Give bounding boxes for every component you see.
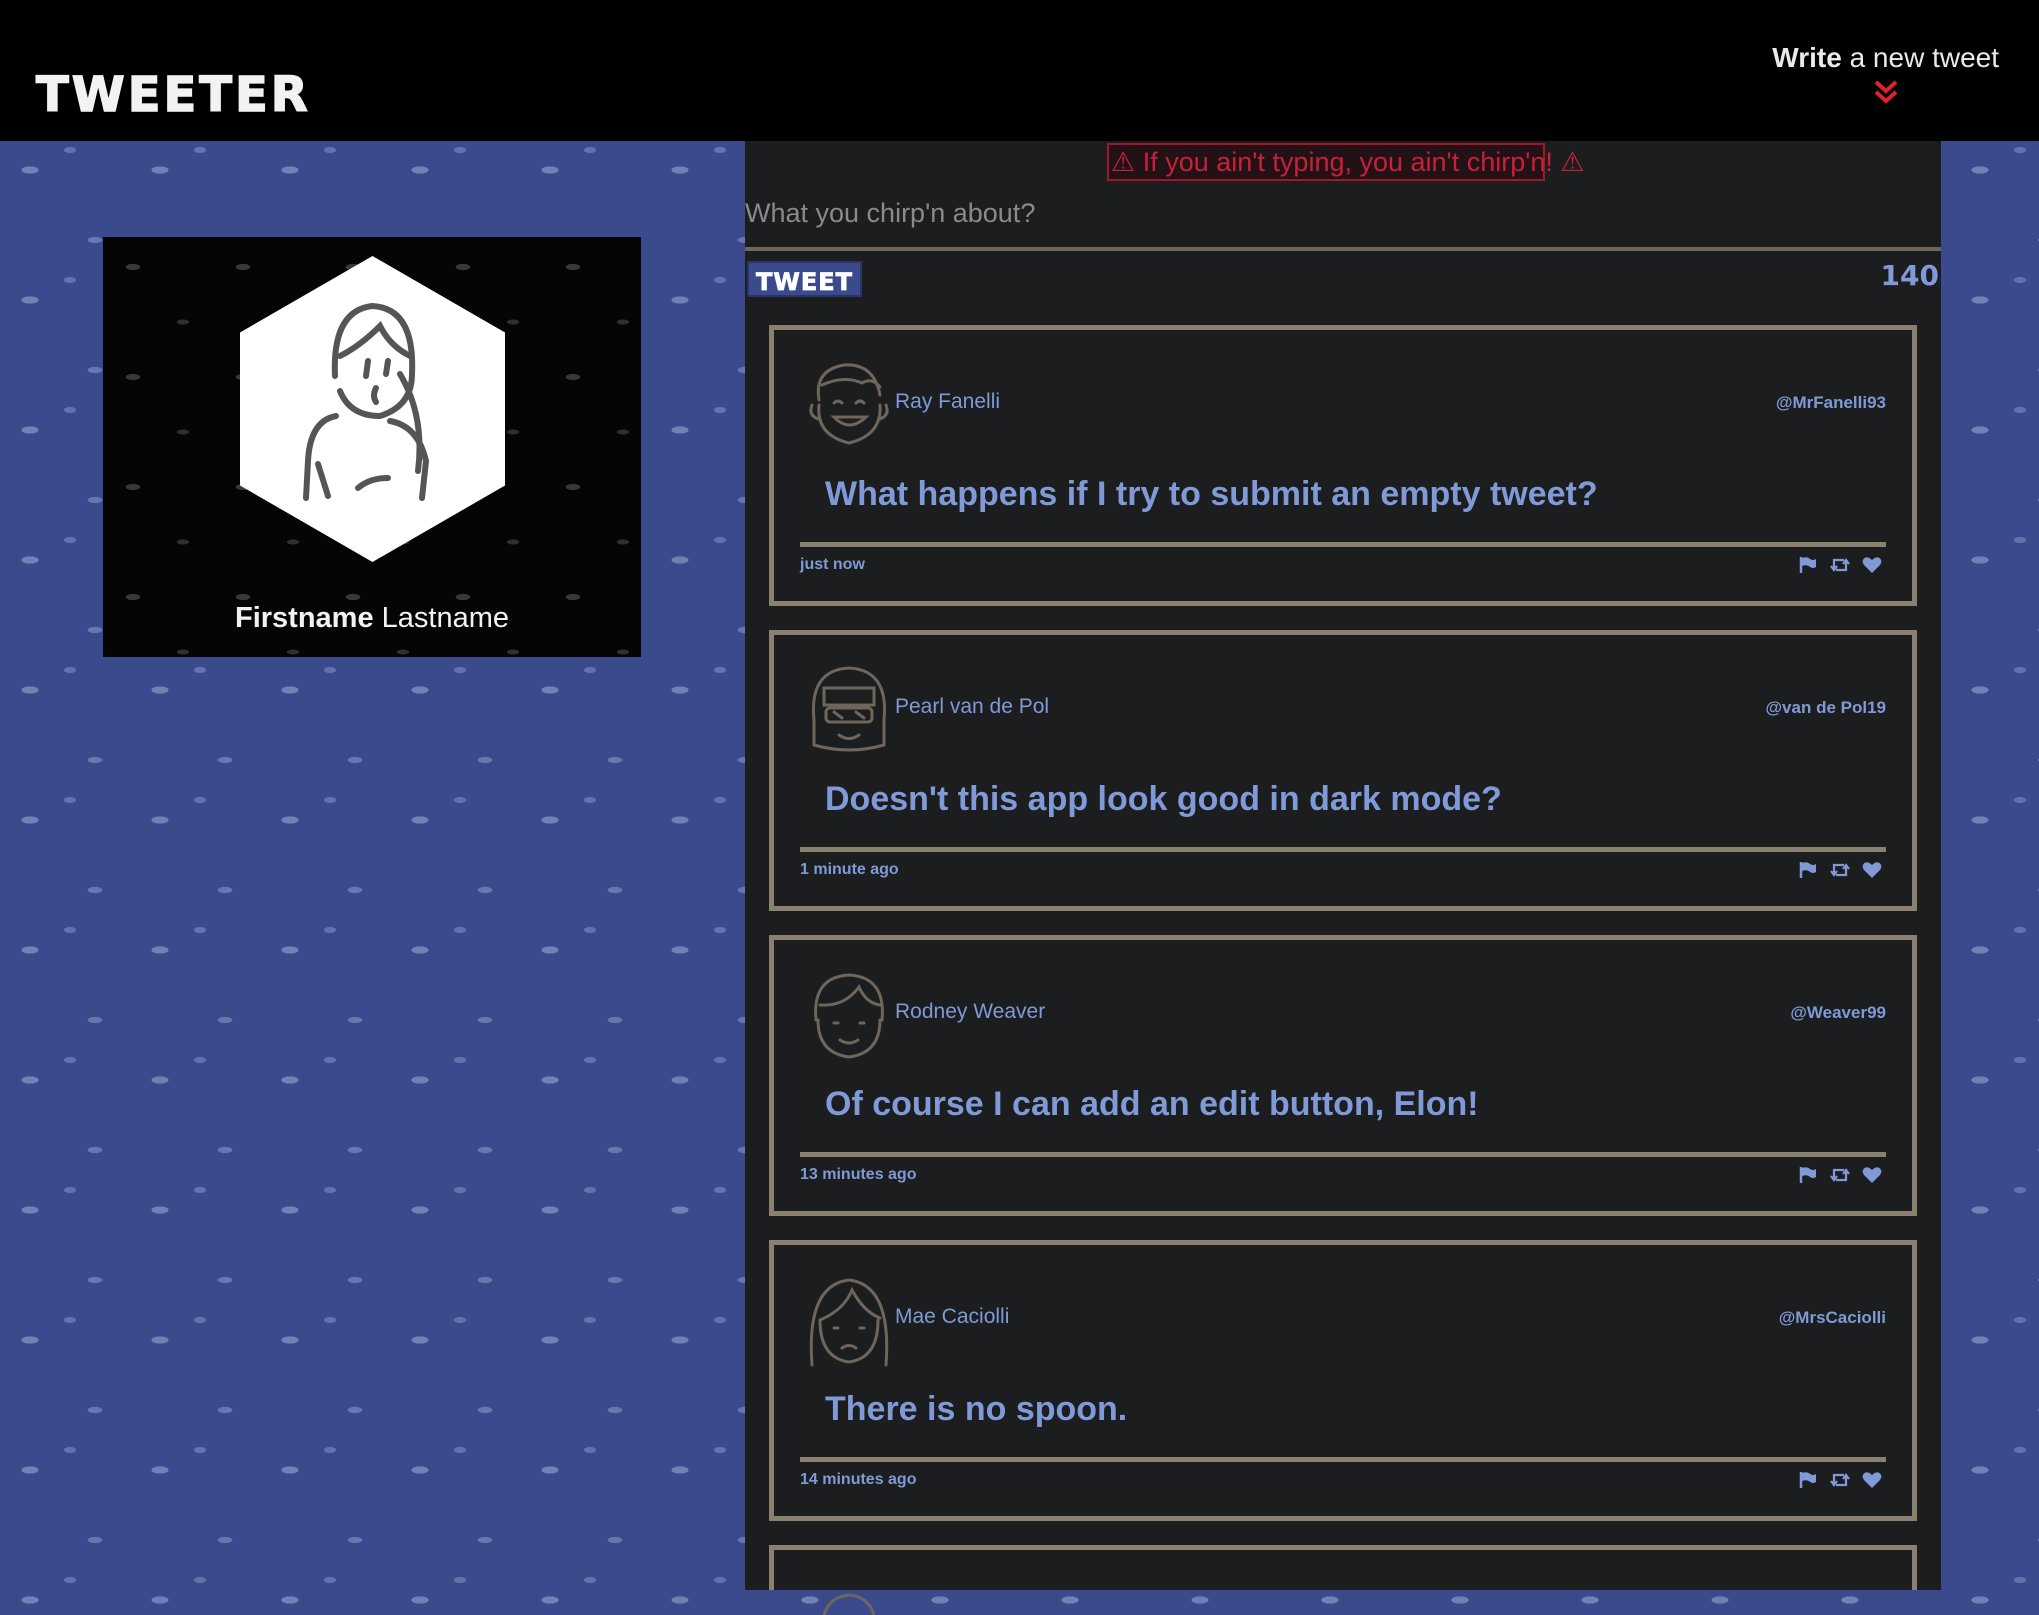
avatar-icon — [809, 1278, 889, 1367]
retweet-icon[interactable] — [1830, 1166, 1850, 1184]
tweet-handle[interactable]: @van de Pol19 — [1765, 698, 1886, 718]
tweet-author[interactable]: Mae Caciolli — [895, 1305, 1009, 1329]
tweet-actions — [1798, 861, 1882, 879]
heart-icon[interactable] — [1862, 1471, 1882, 1489]
profile-avatar — [240, 256, 505, 562]
tweet-author[interactable]: Pearl van de Pol — [895, 695, 1049, 719]
avatar-icon — [822, 1593, 876, 1615]
profile-name: Firstname Lastname — [234, 602, 510, 634]
tweet-card-partial — [769, 1545, 1917, 1615]
char-counter: 140 — [1880, 259, 1939, 292]
tweet-actions — [1798, 1471, 1882, 1489]
tweet-text: What happens if I try to submit an empty… — [825, 475, 1598, 513]
compose-label: Write a new tweet — [1772, 42, 1999, 73]
double-chevron-down-icon[interactable] — [1872, 78, 1900, 106]
heart-icon[interactable] — [1862, 1166, 1882, 1184]
avatar-icon — [814, 973, 884, 1059]
tweet-divider — [800, 542, 1886, 547]
flag-icon[interactable] — [1798, 556, 1818, 574]
tweet-card: Pearl van de Pol @van de Pol19 Doesn't t… — [769, 630, 1917, 911]
tweet-timestamp: 13 minutes ago — [800, 1166, 917, 1183]
retweet-icon[interactable] — [1830, 1471, 1850, 1489]
heart-icon[interactable] — [1862, 861, 1882, 879]
tweet-actions — [1798, 1166, 1882, 1184]
retweet-icon[interactable] — [1830, 556, 1850, 574]
tweet-divider — [800, 1457, 1886, 1462]
empty-tweet-error: ⚠ If you ain't typing, you ain't chirp'n… — [1107, 143, 1585, 181]
tweet-author[interactable]: Ray Fanelli — [895, 390, 1000, 414]
tweet-card: Rodney Weaver @Weaver99 Of course I can … — [769, 935, 1917, 1216]
flag-icon[interactable] — [1798, 1166, 1818, 1184]
tweet-author[interactable]: Rodney Weaver — [895, 1000, 1045, 1024]
main-column: ⚠ If you ain't typing, you ain't chirp'n… — [745, 141, 1941, 1615]
tweet-input[interactable] — [745, 177, 1941, 249]
composer-divider — [745, 247, 1941, 251]
tweet-card: Ray Fanelli @MrFanelli93 What happens if… — [769, 325, 1917, 606]
avatar-icon — [809, 363, 889, 445]
tweet-card: Mae Caciolli @MrsCaciolli There is no sp… — [769, 1240, 1917, 1521]
tweet-handle[interactable]: @MrsCaciolli — [1779, 1308, 1886, 1328]
tweet-submit-button[interactable]: TWEET — [747, 261, 862, 297]
tweet-timestamp: 1 minute ago — [800, 861, 899, 878]
tweet-text: Of course I can add an edit button, Elon… — [825, 1085, 1479, 1123]
profile-card: Firstname Lastname — [103, 237, 641, 657]
brand-logo[interactable]: TWEETER — [35, 69, 311, 121]
retweet-icon[interactable] — [1830, 861, 1850, 879]
tweet-actions — [1798, 556, 1882, 574]
tweet-text: Doesn't this app look good in dark mode? — [825, 780, 1502, 818]
tweet-handle[interactable]: @MrFanelli93 — [1776, 393, 1886, 413]
tweet-timestamp: 14 minutes ago — [800, 1471, 917, 1488]
flag-icon[interactable] — [1798, 1471, 1818, 1489]
tweet-timestamp: just now — [800, 556, 865, 573]
tweet-divider — [800, 1152, 1886, 1157]
tweet-handle[interactable]: @Weaver99 — [1790, 1003, 1886, 1023]
tweet-divider — [800, 847, 1886, 852]
flag-icon[interactable] — [1798, 861, 1818, 879]
tweet-text: There is no spoon. — [825, 1390, 1128, 1428]
compose-toggle[interactable]: Write a new tweet — [1772, 42, 1999, 106]
heart-icon[interactable] — [1862, 556, 1882, 574]
top-nav: TWEETER Write a new tweet — [0, 0, 2039, 141]
avatar-icon — [811, 666, 887, 752]
